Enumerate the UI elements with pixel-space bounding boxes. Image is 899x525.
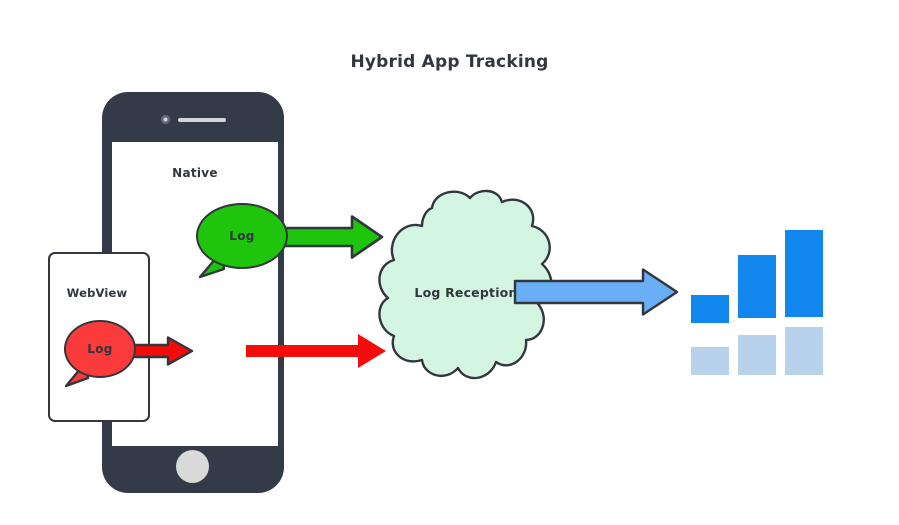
page-title: Hybrid App Tracking [350, 52, 549, 72]
webview-label: WebView [66, 286, 128, 300]
phone-camera-icon [161, 115, 170, 124]
bar-column-3 [785, 225, 823, 375]
bar-upper-3 [785, 230, 823, 317]
bar-upper-2 [738, 255, 776, 318]
arrow-webview-to-cloud [246, 334, 386, 368]
bar-column-1 [691, 225, 729, 375]
bar-lower-2 [738, 335, 776, 375]
webview-log-bubble-label: Log [87, 342, 113, 356]
native-log-bubble-label: Log [229, 229, 255, 243]
phone-speaker-icon [178, 118, 226, 122]
arrow-native-to-cloud [272, 215, 384, 259]
arrow-cloud-to-chart [513, 268, 679, 316]
native-label: Native [172, 166, 218, 180]
bar-upper-1 [691, 295, 729, 323]
bar-lower-1 [691, 347, 729, 375]
analytics-bar-chart [691, 225, 823, 375]
bar-column-2 [738, 225, 776, 375]
diagram-canvas: Hybrid App Tracking Native WebView Log L… [0, 0, 899, 525]
phone-home-button[interactable] [176, 450, 209, 483]
native-log-bubble[interactable]: Log [196, 203, 288, 279]
webview-log-bubble[interactable]: Log [64, 320, 136, 388]
bar-lower-3 [785, 327, 823, 375]
